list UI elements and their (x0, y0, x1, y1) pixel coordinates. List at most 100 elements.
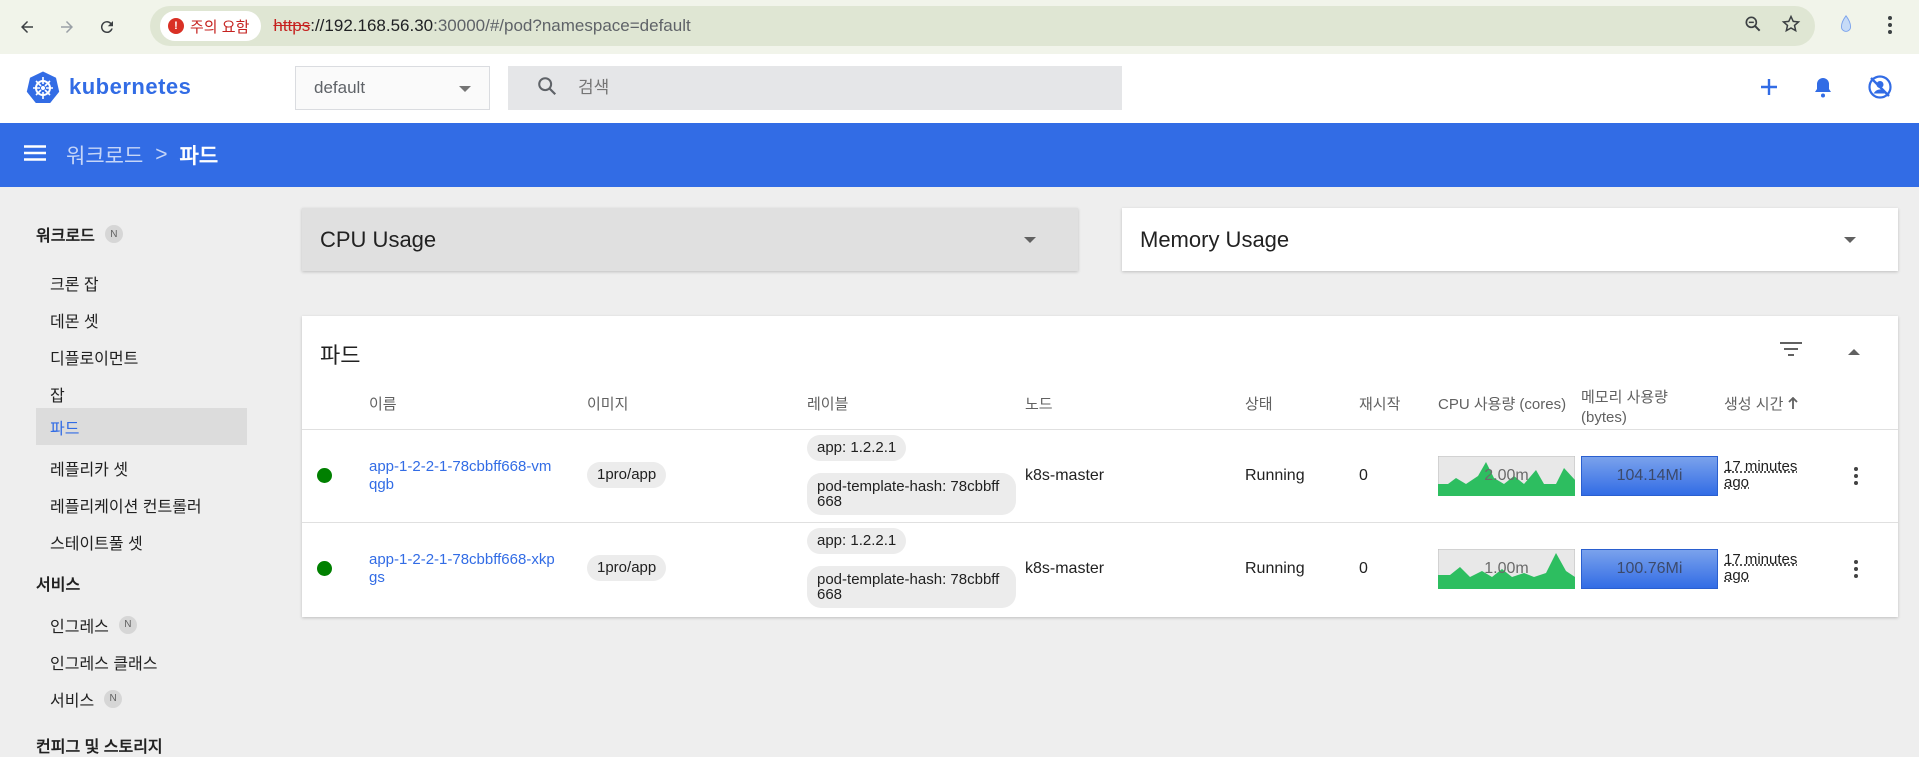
created-age: 17 minutes ago (1724, 458, 1798, 491)
sidebar-nav: 워크로드 N 크론 잡 데몬 셋 디플로이먼트 잡 파드 레플리카 셋 레플리케… (0, 187, 280, 756)
pod-name-link[interactable]: app-1-2-2-1-78cbbff668-xkpgs (369, 551, 559, 587)
namespace-select[interactable]: default (295, 66, 490, 110)
sidebar-section-workloads[interactable]: 워크로드 N (36, 222, 123, 246)
column-header-labels: 레이블 (807, 396, 849, 413)
sidebar-section-label: 서비스 (36, 577, 81, 594)
memory-usage-title: Memory Usage (1140, 226, 1290, 252)
sidebar-item-daemonsets[interactable]: 데몬 셋 (36, 301, 247, 338)
label-chip: pod-template-hash: 78cbbff668 (807, 566, 1016, 608)
pod-name-link[interactable]: app-1-2-2-1-78cbbff668-vmqgb (369, 458, 559, 494)
cpu-usage-title: CPU Usage (320, 226, 437, 252)
sidebar-item-label: 인그레스 (50, 618, 109, 636)
sidebar-item-label: 크론 잡 (50, 276, 99, 294)
sidebar-item-label: 레플리카 셋 (50, 461, 129, 479)
chevron-down-icon (459, 86, 471, 92)
sidebar-item-deployments[interactable]: 디플로이먼트 (36, 338, 247, 375)
url-scheme: https (273, 16, 311, 35)
kubernetes-wheel-icon (26, 71, 60, 103)
pods-card-title: 파드 (320, 343, 361, 368)
logo-text: kubernetes (69, 74, 192, 99)
chevron-down-icon[interactable] (1844, 237, 1856, 243)
cpu-value: 2.00m (1484, 467, 1529, 484)
sidebar-section-services[interactable]: 서비스 (36, 571, 80, 595)
sidebar-item-jobs[interactable]: 잡 (36, 375, 247, 412)
status-value: Running (1245, 560, 1305, 577)
collapse-chevron-up-icon[interactable] (1848, 343, 1860, 361)
cpu-value: 1.00m (1484, 560, 1529, 577)
sidebar-item-replicationcontrollers[interactable]: 레플리케이션 컨트롤러 (36, 486, 247, 523)
browser-menu-icon[interactable] (1887, 15, 1893, 40)
sidebar-item-replicasets[interactable]: 레플리카 셋 (36, 449, 247, 486)
column-header-node: 노드 (1025, 396, 1053, 413)
label-chip: app: 1.2.2.1 (807, 435, 907, 461)
memory-value: 104.14Mi (1616, 467, 1683, 484)
image-chip: 1pro/app (587, 555, 667, 581)
restarts-value: 0 (1359, 560, 1368, 577)
sidebar-item-label: 디플로이먼트 (50, 350, 139, 368)
sidebar-section-label: 컨피그 및 스토리지 (36, 739, 163, 756)
new-badge: N (118, 615, 137, 634)
row-more-actions-icon[interactable] (1853, 559, 1859, 584)
cpu-sparkline: 1.00m (1437, 548, 1576, 590)
back-icon[interactable] (9, 9, 45, 45)
column-header-created-label: 생성 시간 (1724, 396, 1784, 413)
user-logout-icon[interactable] (1867, 74, 1893, 105)
namespace-value: default (314, 78, 366, 97)
sidebar-item-label: 파드 (50, 420, 80, 438)
extension-icon[interactable] (1835, 14, 1857, 41)
created-age: 17 minutes ago (1724, 551, 1798, 584)
zoom-icon[interactable] (1743, 14, 1763, 39)
security-warning-chip[interactable]: ! 주의 요함 (160, 11, 262, 41)
column-header-image: 이미지 (587, 396, 629, 413)
table-divider (302, 522, 1898, 523)
sidebar-item-label: 데몬 셋 (50, 313, 99, 331)
sidebar-item-label: 레플리케이션 컨트롤러 (50, 498, 202, 516)
row-more-actions-icon[interactable] (1853, 466, 1859, 491)
memory-usage-card[interactable]: Memory Usage (1122, 208, 1898, 271)
sort-arrow-up-icon (1787, 396, 1798, 413)
column-header-created[interactable]: 생성 시간 (1724, 395, 1798, 415)
sidebar-item-ingressclasses[interactable]: 인그레스 클래스 (36, 643, 247, 680)
node-value: k8s-master (1025, 467, 1105, 484)
reload-icon[interactable] (89, 9, 125, 45)
forward-icon[interactable] (49, 9, 85, 45)
sidebar-section-config-storage[interactable]: 컨피그 및 스토리지 (36, 733, 163, 757)
breadcrumb-chevron-icon: > (155, 143, 168, 166)
sidebar-item-label: 서비스 (50, 692, 95, 710)
cpu-usage-card[interactable]: CPU Usage (302, 208, 1078, 271)
create-plus-icon[interactable] (1759, 77, 1779, 102)
sidebar-item-ingresses[interactable]: 인그레스 N (36, 606, 247, 643)
memory-bar: 104.14Mi (1581, 456, 1718, 496)
status-running-icon (317, 468, 332, 483)
breadcrumb-toolbar: 워크로드 > 파드 (0, 123, 1919, 187)
sidebar-item-statefulsets[interactable]: 스테이트풀 셋 (36, 523, 247, 560)
search-bar[interactable] (508, 66, 1122, 110)
warning-icon: ! (168, 18, 184, 34)
status-running-icon (317, 561, 332, 576)
column-header-status: 상태 (1245, 396, 1273, 413)
address-bar[interactable]: ! 주의 요함 https://192.168.56.30:30000/#/po… (150, 6, 1815, 46)
bookmark-star-icon[interactable] (1781, 14, 1801, 39)
restarts-value: 0 (1359, 467, 1368, 484)
security-label: 주의 요함 (190, 18, 250, 36)
column-header-name[interactable]: 이름 (369, 395, 397, 415)
url-host: ://192.168.56.30 (310, 16, 434, 35)
chevron-down-icon[interactable] (1024, 237, 1036, 243)
notifications-bell-icon[interactable] (1813, 76, 1833, 103)
sidebar-item-cronjobs[interactable]: 크론 잡 (36, 264, 247, 301)
memory-bar: 100.76Mi (1581, 549, 1718, 589)
browser-toolbar: ! 주의 요함 https://192.168.56.30:30000/#/po… (0, 0, 1919, 54)
filter-icon[interactable] (1780, 342, 1802, 361)
breadcrumb-parent-link[interactable]: 워크로드 (66, 140, 143, 170)
hamburger-menu-icon[interactable] (24, 144, 46, 166)
label-chip: pod-template-hash: 78cbbff668 (807, 473, 1016, 515)
search-input[interactable] (578, 78, 1078, 98)
column-header-cpu: CPU 사용량 (cores) (1438, 396, 1567, 413)
sidebar-item-pods[interactable]: 파드 (36, 408, 247, 445)
url-text[interactable]: https://192.168.56.30:30000/#/pod?namesp… (273, 16, 690, 36)
kubernetes-logo[interactable]: kubernetes (26, 70, 191, 104)
status-value: Running (1245, 467, 1305, 484)
breadcrumb-current: 파드 (179, 145, 219, 168)
sidebar-item-services[interactable]: 서비스 N (36, 680, 247, 717)
cpu-sparkline: 2.00m (1437, 455, 1576, 497)
